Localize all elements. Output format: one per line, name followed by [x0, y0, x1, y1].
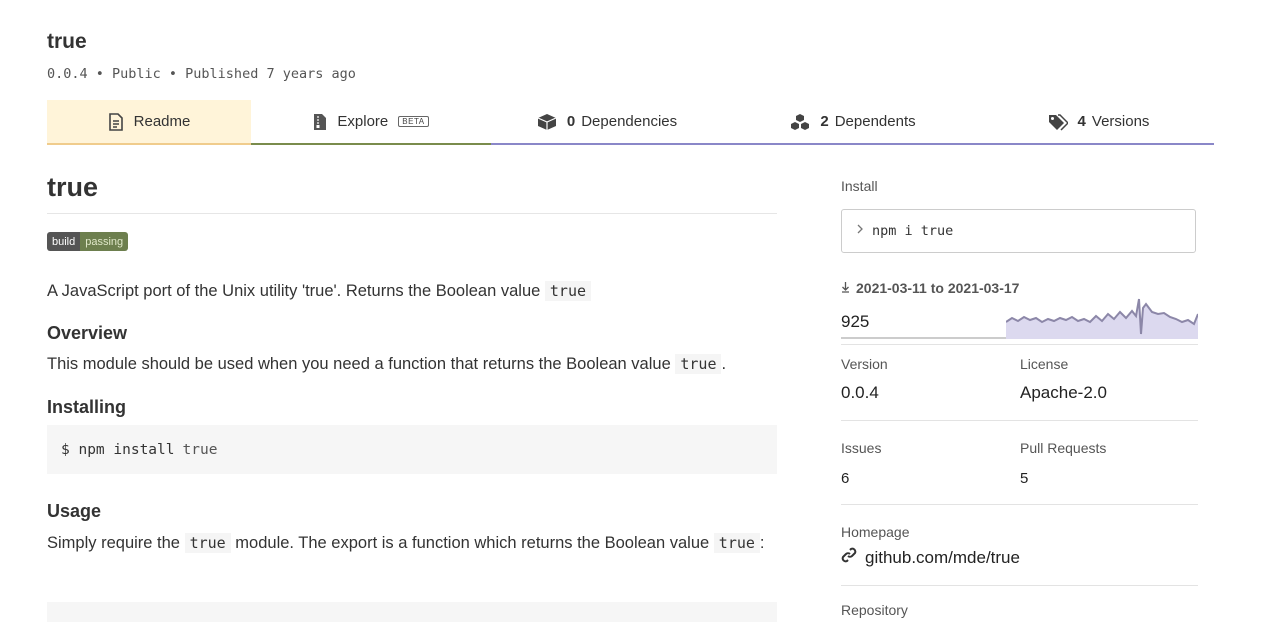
overview-paragraph: This module should be used when you need…	[47, 350, 726, 378]
tab-dependencies[interactable]: 0 Dependencies	[491, 100, 723, 145]
homepage-link[interactable]: github.com/mde/true	[841, 547, 1020, 568]
intro-paragraph: A JavaScript port of the Unix utility 't…	[47, 277, 592, 305]
usage-text-1: Simply require the	[47, 534, 180, 552]
document-icon	[108, 112, 124, 131]
boxes-icon	[790, 113, 810, 131]
downloads-range-text: 2021-03-11 to 2021-03-17	[856, 280, 1020, 296]
install-command: npm i true	[872, 223, 954, 239]
install-code-package: true	[182, 441, 218, 458]
tab-dependents-label: Dependents	[834, 113, 916, 130]
dependents-count: 2	[820, 113, 829, 130]
intro-text: A JavaScript port of the Unix utility 't…	[47, 282, 541, 300]
downloads-baseline	[841, 337, 1006, 339]
dependencies-count: 0	[566, 113, 576, 130]
file-zip-icon	[313, 113, 327, 131]
link-icon	[841, 547, 857, 568]
package-title: true	[47, 30, 87, 53]
build-status-badge[interactable]: build passing	[47, 232, 129, 251]
sidebar-divider	[841, 585, 1198, 586]
tab-readme-label: Readme	[133, 113, 191, 130]
issues-value[interactable]: 6	[841, 470, 849, 487]
repository-label: Repository	[841, 602, 908, 618]
downloads-sparkline	[1006, 298, 1198, 339]
usage-code: true	[184, 533, 231, 553]
install-label: Install	[841, 178, 878, 194]
usage-end: :	[759, 534, 765, 552]
overview-end: .	[721, 355, 727, 373]
tab-readme-underline	[47, 143, 251, 145]
tab-explore[interactable]: Explore BETA	[251, 100, 491, 145]
tab-dependencies-label: Dependencies	[581, 113, 678, 130]
weekly-downloads-count: 925	[841, 312, 870, 331]
sidebar-divider	[841, 504, 1198, 505]
tab-versions[interactable]: 4 Versions	[983, 100, 1214, 145]
overview-text: This module should be used when you need…	[47, 355, 671, 373]
badge-status: passing	[80, 232, 129, 251]
tab-versions-underline	[983, 143, 1214, 145]
beta-badge: BETA	[398, 116, 429, 127]
tab-explore-underline	[251, 143, 491, 145]
readme-title: true	[47, 172, 99, 202]
box-icon	[537, 113, 557, 131]
intro-code: true	[544, 281, 592, 301]
install-code-prompt: $ npm install	[61, 441, 175, 458]
usage-text-2: module. The export is a function which r…	[235, 534, 710, 552]
installing-heading: Installing	[47, 397, 127, 417]
package-meta: 0.0.4 • Public • Published 7 years ago	[47, 66, 356, 82]
pull-requests-value[interactable]: 5	[1020, 470, 1028, 487]
license-value: Apache-2.0	[1020, 383, 1107, 402]
version-value: 0.0.4	[841, 383, 879, 402]
tab-explore-label: Explore	[337, 113, 389, 130]
chevron-right-icon	[856, 223, 864, 239]
download-arrow-icon	[841, 280, 850, 296]
usage-code-2: true	[713, 533, 760, 553]
weekly-downloads-range: 2021-03-11 to 2021-03-17	[841, 280, 1019, 296]
versions-count: 4	[1077, 113, 1086, 130]
pull-requests-label: Pull Requests	[1020, 440, 1107, 456]
sidebar-divider	[841, 420, 1198, 421]
license-label: License	[1020, 356, 1069, 372]
usage-code-block	[47, 602, 777, 622]
tab-versions-label: Versions	[1091, 113, 1150, 130]
overview-heading: Overview	[47, 323, 128, 343]
sidebar-divider	[841, 344, 1198, 345]
usage-paragraph: Simply require the true module. The expo…	[47, 529, 777, 557]
overview-code: true	[675, 354, 722, 374]
tab-dependents-underline	[723, 143, 983, 145]
usage-heading: Usage	[47, 501, 102, 521]
readme-title-divider	[47, 213, 777, 214]
install-command-box[interactable]: npm i true	[841, 209, 1196, 253]
package-tabs: Readme Explore BETA 0 Dependencies 2 Dep…	[47, 100, 1214, 145]
tags-icon	[1048, 113, 1068, 131]
tab-readme[interactable]: Readme	[47, 100, 251, 145]
issues-label: Issues	[841, 440, 882, 456]
install-code-block: $ npm install true	[47, 425, 777, 474]
version-label: Version	[841, 356, 888, 372]
tab-dependencies-underline	[491, 143, 723, 145]
homepage-label: Homepage	[841, 524, 910, 540]
homepage-url: github.com/mde/true	[865, 547, 1020, 567]
tab-dependents[interactable]: 2 Dependents	[723, 100, 983, 145]
badge-label: build	[47, 232, 81, 251]
